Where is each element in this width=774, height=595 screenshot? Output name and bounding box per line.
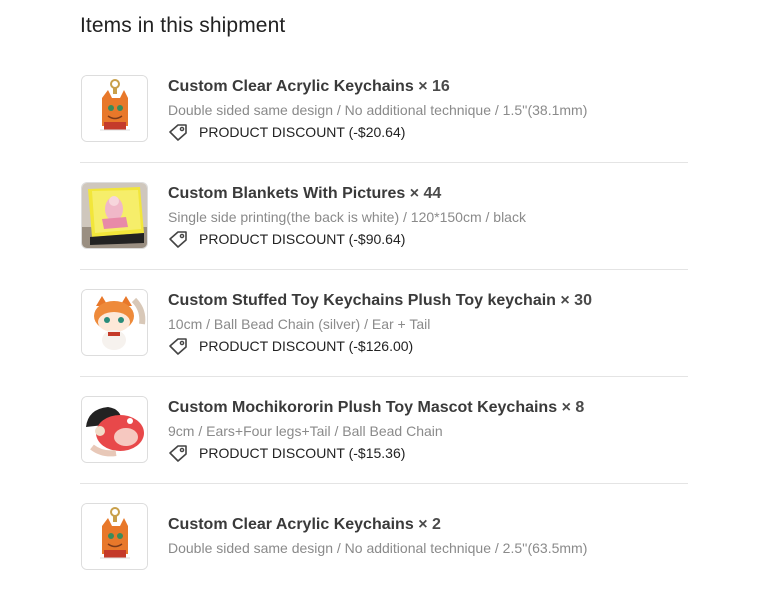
product-title[interactable]: Custom Clear Acrylic Keychains × 16: [168, 77, 688, 97]
discount-row: PRODUCT DISCOUNT (-$20.64): [168, 122, 688, 142]
shipment-item: Custom Stuffed Toy Keychains Plush Toy k…: [80, 270, 688, 377]
product-title[interactable]: Custom Blankets With Pictures × 44: [168, 184, 688, 204]
product-quantity: × 44: [409, 185, 442, 202]
blanket-image: [82, 183, 147, 248]
shipment-item-list: Custom Clear Acrylic Keychains × 16 Doub…: [80, 56, 688, 591]
product-thumbnail[interactable]: [81, 182, 148, 249]
product-quantity: × 8: [561, 399, 585, 416]
product-name: Custom Mochikororin Plush Toy Mascot Key…: [168, 399, 558, 416]
shipment-item: Custom Blankets With Pictures × 44 Singl…: [80, 163, 688, 270]
discount-tag-icon: [169, 230, 187, 248]
product-name: Custom Clear Acrylic Keychains: [168, 78, 414, 95]
product-name: Custom Stuffed Toy Keychains Plush Toy k…: [168, 292, 556, 309]
acrylic-keychain-image: [82, 76, 147, 141]
discount-text: PRODUCT DISCOUNT (-$15.36): [199, 445, 406, 461]
product-thumbnail[interactable]: [81, 503, 148, 570]
product-variant: Double sided same design / No additional…: [168, 540, 588, 556]
product-variant: Double sided same design / No additional…: [168, 102, 588, 118]
product-thumbnail[interactable]: [81, 75, 148, 142]
product-variant: Single side printing(the back is white) …: [168, 209, 526, 225]
product-thumbnail[interactable]: [81, 289, 148, 356]
discount-row: PRODUCT DISCOUNT (-$90.64): [168, 229, 688, 249]
mochi-plush-image: [82, 397, 147, 462]
product-thumbnail[interactable]: [81, 396, 148, 463]
discount-tag-icon: [169, 444, 187, 462]
product-name: Custom Blankets With Pictures: [168, 185, 406, 202]
discount-row: PRODUCT DISCOUNT (-$15.36): [168, 443, 688, 463]
shipment-item: Custom Mochikororin Plush Toy Mascot Key…: [80, 377, 688, 484]
discount-text: PRODUCT DISCOUNT (-$126.00): [199, 338, 414, 354]
product-quantity: × 2: [418, 516, 441, 533]
product-title[interactable]: Custom Mochikororin Plush Toy Mascot Key…: [168, 398, 688, 418]
product-quantity: × 16: [418, 78, 450, 95]
shipment-heading: Items in this shipment: [80, 14, 286, 37]
discount-tag-icon: [169, 123, 187, 141]
product-title[interactable]: Custom Clear Acrylic Keychains × 2: [168, 515, 688, 535]
product-quantity: × 30: [560, 292, 592, 309]
discount-text: PRODUCT DISCOUNT (-$90.64): [199, 231, 406, 247]
discount-text: PRODUCT DISCOUNT (-$20.64): [199, 124, 406, 140]
shipment-item: Custom Clear Acrylic Keychains × 16 Doub…: [80, 56, 688, 163]
product-variant: 9cm / Ears+Four legs+Tail / Ball Bead Ch…: [168, 423, 443, 439]
acrylic-keychain-image: [82, 504, 147, 569]
product-name: Custom Clear Acrylic Keychains: [168, 516, 414, 533]
discount-row: PRODUCT DISCOUNT (-$126.00): [168, 336, 688, 356]
shipment-item: Custom Clear Acrylic Keychains × 2 Doubl…: [80, 484, 688, 591]
product-title[interactable]: Custom Stuffed Toy Keychains Plush Toy k…: [168, 291, 688, 311]
product-variant: 10cm / Ball Bead Chain (silver) / Ear + …: [168, 316, 431, 332]
discount-tag-icon: [169, 337, 187, 355]
plush-keychain-image: [82, 290, 147, 355]
